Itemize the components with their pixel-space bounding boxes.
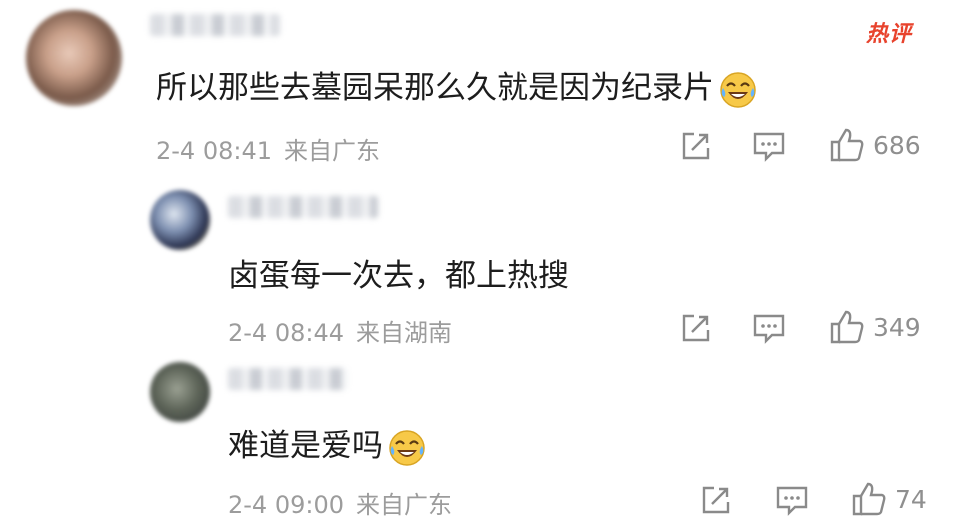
repost-button[interactable] — [680, 312, 712, 344]
username-blurred[interactable] — [150, 14, 280, 36]
comment-location: 来自广东 — [284, 137, 380, 165]
comment-button[interactable] — [752, 130, 786, 162]
like-count: 349 — [873, 312, 921, 342]
repost-icon — [682, 132, 710, 160]
comment-body: 卤蛋每一次去，都上热搜 — [228, 258, 569, 294]
comment-location: 来自广东 — [356, 491, 452, 519]
laughing-crying-emoji-icon — [720, 71, 756, 108]
comment-meta: 2-4 09:00 来自广东 — [228, 485, 452, 520]
repost-button[interactable] — [700, 484, 732, 516]
avatar[interactable] — [150, 362, 210, 422]
repost-icon — [682, 314, 710, 342]
comment-button[interactable] — [775, 484, 809, 516]
comment-meta: 2-4 08:41 来自广东 — [156, 131, 380, 166]
comment-icon — [776, 486, 808, 516]
comment-button[interactable] — [752, 312, 786, 344]
repost-button[interactable] — [680, 130, 712, 162]
comment-date: 2-4 09:00 — [228, 491, 344, 519]
comment-date: 2-4 08:44 — [228, 319, 344, 347]
comment-icon — [753, 314, 785, 344]
like-count: 74 — [895, 484, 927, 514]
thumbs-up-icon — [852, 482, 886, 516]
avatar[interactable] — [26, 10, 122, 106]
hot-comment-badge: 热评 — [866, 22, 913, 47]
like-button[interactable]: 74 — [851, 481, 927, 517]
thumbs-up-icon — [830, 128, 864, 162]
comment-icon — [753, 132, 785, 162]
comment-body: 所以那些去墓园呆那么久就是因为纪录片 — [156, 70, 714, 106]
comment-date: 2-4 08:41 — [156, 137, 272, 165]
username-blurred[interactable] — [228, 368, 348, 390]
avatar[interactable] — [150, 190, 210, 250]
like-button[interactable]: 686 — [829, 127, 921, 163]
repost-icon — [702, 486, 730, 514]
comment-body: 难道是爱吗 — [228, 428, 383, 464]
username-blurred[interactable] — [228, 196, 378, 218]
like-count: 686 — [873, 130, 921, 160]
comment-text: 卤蛋每一次去，都上热搜 — [228, 250, 569, 295]
comment-meta: 2-4 08:44 来自湖南 — [228, 313, 452, 348]
comment-text: 所以那些去墓园呆那么久就是因为纪录片 — [156, 62, 758, 110]
comment-location: 来自湖南 — [356, 319, 452, 347]
comment-text: 难道是爱吗 — [228, 420, 427, 468]
thumbs-up-icon — [830, 310, 864, 344]
laughing-crying-emoji-icon — [389, 429, 425, 466]
like-button[interactable]: 349 — [829, 309, 921, 345]
